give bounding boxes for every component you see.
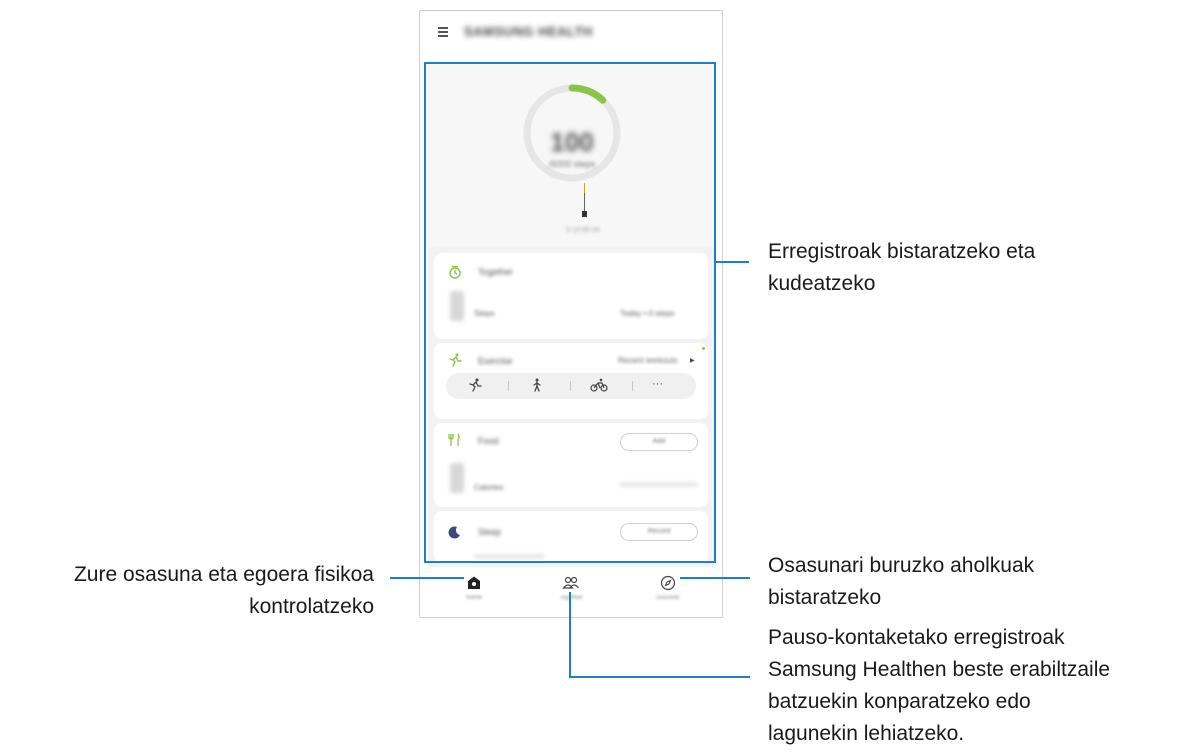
food-avatar: [450, 463, 464, 493]
steps-bar: [584, 193, 585, 213]
nav-home-tab[interactable]: Home: [434, 575, 514, 615]
separator: [508, 381, 509, 391]
together-title: Together: [478, 267, 514, 277]
together-callout-line-vertical: [569, 592, 571, 678]
food-label: Calories: [474, 483, 504, 492]
food-card[interactable]: Food Add Calories: [434, 423, 708, 507]
exercise-recent-link[interactable]: Recent workouts: [618, 356, 678, 365]
running-icon[interactable]: [468, 378, 482, 395]
nav-discover-tab[interactable]: Discover: [628, 575, 708, 615]
sleep-record-button[interactable]: Record: [620, 523, 698, 541]
nav-together-tab[interactable]: Together: [531, 575, 611, 615]
hamburger-menu-icon[interactable]: [438, 27, 448, 37]
compass-icon: [660, 575, 676, 591]
steps-summary[interactable]: 100 /6000 steps 0 12:00 24: [428, 61, 714, 247]
running-icon: [448, 353, 462, 370]
steps-bar-marker: [582, 211, 587, 217]
together-callout-line-horizontal: [569, 676, 750, 678]
together-value: Today • 0 steps: [620, 309, 675, 318]
activity-shortcuts: ···: [446, 373, 696, 399]
fork-knife-icon: [448, 433, 462, 450]
sleep-title: Sleep: [478, 527, 502, 537]
records-callout-line: [716, 261, 749, 263]
exercise-card[interactable]: Exercise Recent workouts ▶ ···: [434, 343, 708, 419]
app-bar: SAMSUNG HEALTH: [420, 11, 722, 59]
food-title: Food: [478, 436, 499, 446]
phone-screen: SAMSUNG HEALTH 100 /6000 steps 0 12:00 2…: [419, 10, 723, 618]
home-callout: Zure osasuna eta egoera fisikoa kontrola…: [73, 563, 374, 618]
sleep-card[interactable]: Sleep Record: [434, 511, 708, 563]
together-label: Steps: [474, 309, 495, 318]
walking-icon[interactable]: [530, 378, 544, 395]
cycling-icon[interactable]: [590, 378, 608, 395]
separator: [570, 381, 571, 391]
food-progress: [620, 483, 698, 486]
steps-goal: /6000 steps: [548, 159, 596, 169]
food-add-button[interactable]: Add: [620, 433, 698, 451]
people-icon: [562, 576, 579, 589]
nav-home-label: Home: [465, 595, 482, 601]
bottom-navigation: Home Together Discover: [420, 567, 722, 617]
new-badge-dot: [702, 347, 705, 350]
timer-icon: [448, 265, 462, 282]
app-title: SAMSUNG HEALTH: [464, 24, 593, 39]
chevron-right-icon: ▶: [690, 358, 695, 364]
separator: [632, 381, 633, 391]
home-icon: [468, 576, 480, 589]
more-icon[interactable]: ···: [652, 377, 663, 391]
moon-icon: [448, 525, 462, 542]
sleep-more-text: [474, 555, 544, 558]
steps-bar-caption: 0 12:00 24: [566, 227, 600, 234]
nav-discover-label: Discover: [656, 595, 680, 601]
exercise-title: Exercise: [478, 356, 513, 366]
together-card[interactable]: Together Steps Today • 0 steps: [434, 253, 708, 339]
records-callout: Erregistroak bistaratzeko eta kudeatzeko: [768, 240, 1036, 295]
steps-count: 100: [550, 127, 594, 157]
discover-callout-line: [680, 577, 750, 579]
discover-callout: Osasunari buruzko aholkuak bistaratzeko: [768, 554, 1035, 609]
nav-together-label: Together: [531, 595, 611, 601]
steps-bar-peak: [584, 183, 585, 193]
together-avatar: [450, 291, 464, 321]
home-callout-line: [390, 577, 464, 579]
together-callout: Pauso-kontaketako erregistroak Samsung H…: [768, 626, 1111, 745]
records-area: 100 /6000 steps 0 12:00 24 Together Step…: [428, 61, 714, 567]
